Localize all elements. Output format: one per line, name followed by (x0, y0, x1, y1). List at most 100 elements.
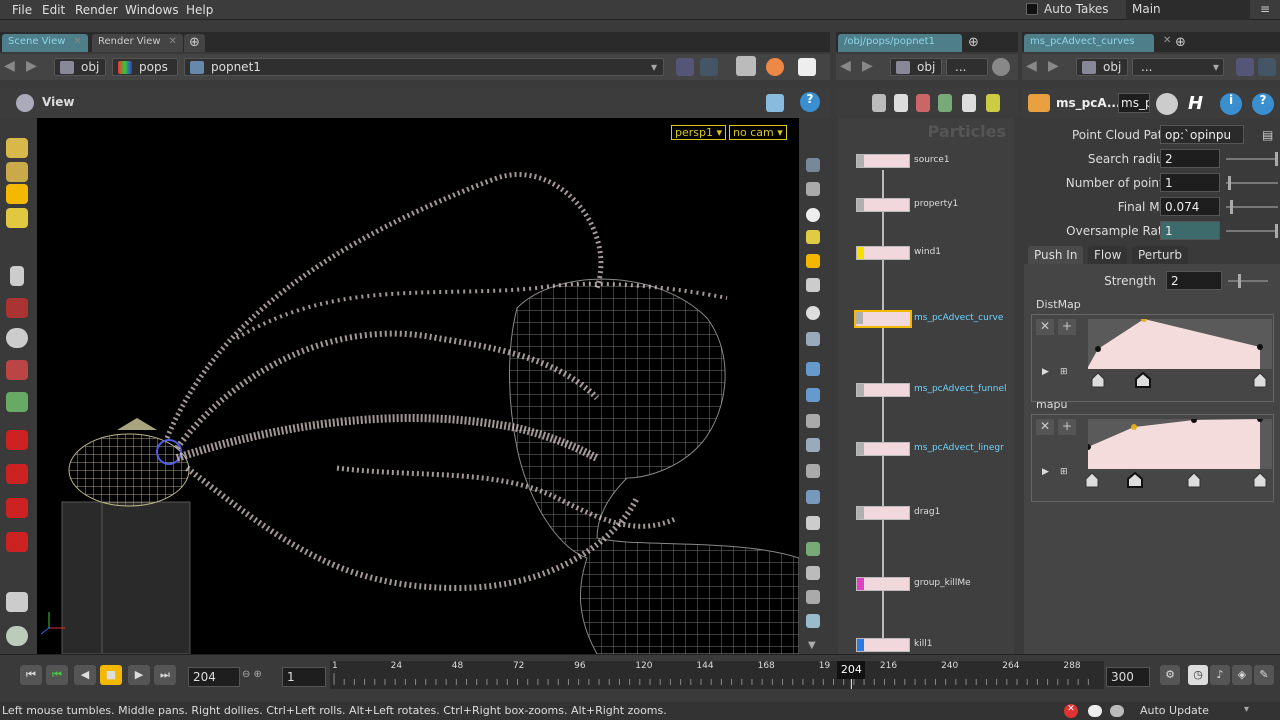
grid-icon[interactable] (962, 94, 976, 112)
param-field[interactable]: 2 (1160, 149, 1220, 168)
chevron-down-icon[interactable]: ▾ (651, 60, 657, 74)
add-tab-button[interactable]: ⊕ (1170, 34, 1191, 52)
help-icon[interactable]: ? (1252, 93, 1274, 115)
vector-icon[interactable] (806, 542, 820, 556)
paint-icon[interactable] (6, 626, 28, 646)
delete-key-icon[interactable]: ✕ (1036, 419, 1054, 435)
ramp-graph[interactable] (1085, 416, 1272, 469)
node-flag[interactable] (856, 312, 863, 324)
active-snap-icon[interactable] (806, 254, 820, 268)
auto-takes-toggle[interactable]: Auto Takes (1026, 2, 1136, 18)
network-node[interactable] (856, 154, 910, 168)
node-flag[interactable] (857, 155, 864, 167)
stop-icon[interactable]: ■ (100, 665, 122, 685)
cook-icon[interactable] (1110, 705, 1124, 717)
display-icon[interactable] (798, 58, 816, 76)
play-icon[interactable]: ▶ (1042, 367, 1049, 377)
back-icon[interactable]: ◀ (1026, 58, 1044, 76)
network-node[interactable] (856, 246, 910, 260)
cube-icon[interactable] (736, 56, 756, 76)
ramp-keys[interactable] (1088, 371, 1272, 389)
breadcrumb-pops[interactable]: pops (112, 58, 178, 76)
number-icon[interactable] (806, 414, 820, 428)
ramp-keys[interactable] (1084, 471, 1272, 489)
play-icon[interactable]: ▶ (1042, 467, 1049, 477)
param-slider[interactable] (1226, 176, 1278, 190)
chevron-down-icon[interactable]: ▼ (808, 640, 816, 651)
frame-step-field[interactable]: 1 (282, 667, 326, 687)
brush-icon[interactable] (6, 592, 28, 612)
camera-icon[interactable] (806, 182, 820, 196)
param-slider[interactable] (1226, 200, 1278, 214)
shader-icon[interactable] (766, 58, 784, 76)
color-icon[interactable] (916, 94, 930, 112)
network-node[interactable] (856, 383, 910, 397)
brush-icon[interactable] (806, 438, 820, 452)
network-view[interactable]: Particles source1 property1 wind1 ms_pcAdve… (838, 118, 1014, 654)
light-icon[interactable] (806, 208, 820, 222)
error-icon[interactable]: ✕ (1064, 704, 1078, 718)
houdini-icon[interactable]: H (1188, 93, 1210, 115)
node-flag[interactable] (857, 199, 864, 211)
param-slider[interactable] (1228, 274, 1268, 288)
link-icon[interactable] (1258, 58, 1276, 76)
transform-icon[interactable] (6, 298, 28, 318)
normal-icon[interactable] (806, 388, 820, 402)
point-icon[interactable] (806, 362, 820, 376)
camera-select-menu[interactable]: no cam ▾ (729, 125, 787, 140)
pin-icon[interactable] (676, 58, 694, 76)
add-tab-button[interactable]: ⊕ (964, 34, 983, 52)
audio-icon[interactable]: ♪ (1210, 665, 1230, 685)
select-tool-icon[interactable] (6, 138, 28, 158)
node-flag[interactable] (857, 507, 864, 519)
ghost-icon[interactable] (806, 278, 820, 292)
info-icon[interactable]: i (1220, 93, 1242, 115)
chevron-down-icon[interactable]: ▾ (1213, 60, 1219, 74)
tab-scene-view[interactable]: Scene View ✕ (2, 34, 88, 52)
message-icon[interactable] (1088, 705, 1102, 717)
number-icon[interactable] (806, 464, 820, 478)
snap-icon[interactable] (806, 230, 820, 244)
back-icon[interactable]: ◀ (840, 58, 858, 76)
global-anim-icon[interactable]: ◈ (1232, 665, 1252, 685)
network-node[interactable] (856, 638, 910, 652)
take-selector[interactable]: Main ≡ (1126, 0, 1270, 20)
magnet-icon[interactable] (6, 532, 28, 552)
display-options-icon[interactable] (806, 332, 820, 346)
chevron-down-icon[interactable]: ▾ (1244, 704, 1249, 715)
tab-push-in[interactable]: Push In (1028, 246, 1084, 264)
breadcrumb-more[interactable]: ... (946, 58, 988, 76)
tab-render-view[interactable]: Render View ✕ (92, 34, 183, 52)
add-key-icon[interactable]: + (1058, 319, 1076, 335)
expand-icon[interactable]: ⊞ (1060, 467, 1068, 477)
menu-help[interactable]: Help (186, 3, 213, 17)
paint-icon[interactable] (806, 590, 820, 604)
param-field[interactable]: 1 (1160, 173, 1220, 192)
background-icon[interactable] (806, 614, 820, 628)
handle-icon[interactable] (6, 360, 28, 380)
menu-edit[interactable]: Edit (42, 3, 65, 17)
pose-tool-icon[interactable] (6, 208, 28, 228)
gear-icon[interactable] (992, 58, 1010, 76)
network-node[interactable] (854, 310, 912, 328)
network-node[interactable] (856, 506, 910, 520)
3d-viewport[interactable]: persp1 ▾ no cam ▾ (37, 118, 799, 654)
network-node[interactable] (856, 442, 910, 456)
network-node[interactable] (856, 577, 910, 591)
distmap-ramp[interactable]: ✕ + ▶ ⊞ (1031, 314, 1274, 402)
param-field[interactable]: 0.074 (1160, 197, 1220, 216)
magnet-icon[interactable] (6, 430, 28, 450)
forward-icon[interactable]: ▶ (862, 58, 880, 76)
gear-icon[interactable] (1156, 93, 1178, 115)
mapu-ramp[interactable]: ✕ + ▶ ⊞ (1031, 414, 1274, 502)
menu-windows[interactable]: Windows (125, 3, 179, 17)
play-reverse-icon[interactable]: ◀ (74, 665, 96, 685)
layout-icon[interactable] (986, 94, 1000, 112)
auto-update-menu[interactable]: Auto Update (1140, 704, 1209, 717)
shading-icon[interactable] (806, 306, 820, 320)
node-flag[interactable] (857, 639, 864, 651)
abc-icon[interactable] (806, 566, 820, 580)
node-flag[interactable] (857, 578, 864, 590)
end-frame-field[interactable]: 300 (1106, 667, 1150, 687)
forward-icon[interactable]: ▶ (26, 58, 44, 76)
